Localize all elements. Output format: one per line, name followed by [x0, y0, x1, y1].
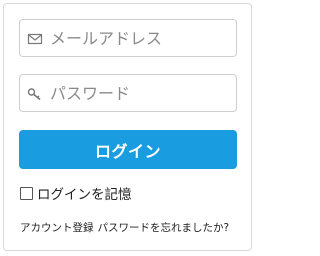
email-field[interactable] — [19, 19, 237, 57]
forgot-password-link[interactable]: パスワードを忘れましたか? — [98, 222, 230, 234]
footer-links: アカウント登録 パスワードを忘れましたか? — [20, 220, 229, 235]
register-link[interactable]: アカウント登録 — [20, 222, 94, 234]
email-input[interactable] — [50, 20, 230, 56]
key-icon — [27, 86, 43, 101]
remember-me-checkbox[interactable] — [20, 186, 33, 200]
password-field[interactable] — [19, 74, 237, 112]
login-button[interactable]: ログイン — [19, 130, 237, 169]
login-panel: ログイン ログインを記憶 アカウント登録パスワードを忘れましたか? — [3, 3, 252, 251]
remember-me[interactable]: ログインを記憶 — [20, 183, 132, 203]
envelope-icon — [27, 31, 43, 45]
password-input[interactable] — [50, 75, 230, 111]
remember-me-label[interactable]: ログインを記憶 — [37, 183, 132, 203]
